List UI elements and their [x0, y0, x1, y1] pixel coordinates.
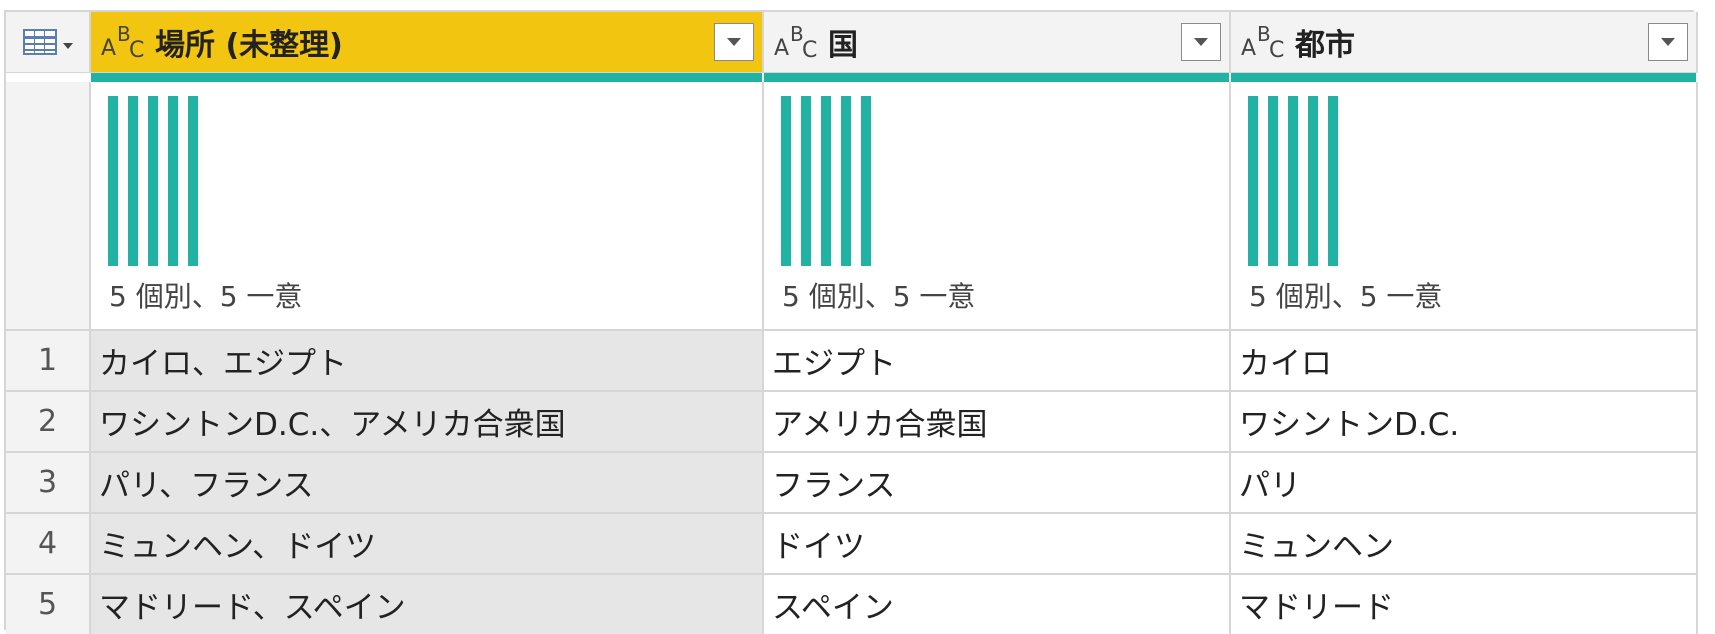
column-quality-bar[interactable]: [764, 73, 1229, 82]
distribution-bar[interactable]: [148, 96, 158, 266]
column-title: 国: [828, 28, 858, 63]
column-quality-bar[interactable]: [1231, 73, 1696, 82]
column-title: 場所 (未整理): [155, 28, 343, 63]
text-type-icon[interactable]: ABC: [1239, 22, 1289, 63]
table-cell[interactable]: カイロ: [1231, 331, 1698, 390]
column-distribution: 5 個別、5 一意: [764, 82, 1231, 329]
row-number[interactable]: 1: [6, 331, 91, 390]
table-row: 4 ミュンヘン、ドイツ ドイツ ミュンヘン: [6, 512, 1698, 573]
table-cell[interactable]: スペイン: [764, 575, 1231, 634]
distribution-bar[interactable]: [1308, 96, 1318, 266]
table-cell[interactable]: マドリード、スペイン: [91, 575, 764, 634]
text-type-icon[interactable]: ABC: [99, 22, 149, 63]
table-cell[interactable]: ワシントンD.C.、アメリカ合衆国: [91, 392, 764, 451]
distribution-bar[interactable]: [1248, 96, 1258, 266]
dropdown-arrow-icon: [1661, 38, 1675, 46]
distribution-bar[interactable]: [128, 96, 138, 266]
column-header-country[interactable]: ABC 国: [764, 12, 1231, 73]
column-filter-button[interactable]: [1181, 23, 1221, 61]
table-cell[interactable]: パリ: [1231, 453, 1698, 512]
distribution-bar[interactable]: [821, 96, 831, 266]
table-cell[interactable]: アメリカ合衆国: [764, 392, 1231, 451]
distribution-summary: 5 個別、5 一意: [109, 280, 303, 313]
table-row: 5 マドリード、スペイン スペイン マドリード: [6, 573, 1698, 634]
row-number[interactable]: 5: [6, 575, 91, 634]
table-cell[interactable]: フランス: [764, 453, 1231, 512]
column-header-city[interactable]: ABC 都市: [1231, 12, 1698, 73]
distribution-summary: 5 個別、5 一意: [782, 280, 976, 313]
distribution-bar[interactable]: [801, 96, 811, 266]
row-number[interactable]: 3: [6, 453, 91, 512]
dropdown-arrow-icon: [1194, 38, 1208, 46]
chevron-down-icon: [62, 43, 73, 49]
column-title: 都市: [1295, 28, 1355, 63]
column-distribution: 5 個別、5 一意: [1231, 82, 1698, 329]
distribution-bar[interactable]: [168, 96, 178, 266]
distribution-bar[interactable]: [1328, 96, 1338, 266]
column-filter-button[interactable]: [714, 23, 754, 61]
column-header-location-raw[interactable]: ABC 場所 (未整理): [91, 12, 764, 73]
table-cell[interactable]: ミュンヘン: [1231, 514, 1698, 573]
table-cell[interactable]: カイロ、エジプト: [91, 331, 764, 390]
table-cell[interactable]: ドイツ: [764, 514, 1231, 573]
table-cell[interactable]: パリ、フランス: [91, 453, 764, 512]
table-icon: [22, 29, 57, 55]
distribution-bar[interactable]: [108, 96, 118, 266]
column-quality-bar[interactable]: [91, 73, 762, 82]
distribution-summary: 5 個別、5 一意: [1249, 280, 1443, 313]
dropdown-arrow-icon: [727, 38, 741, 46]
column-distribution: 5 個別、5 一意: [91, 82, 764, 329]
distribution-bar[interactable]: [1268, 96, 1278, 266]
table-row: 1 カイロ、エジプト エジプト カイロ: [6, 329, 1698, 390]
table-cell[interactable]: ミュンヘン、ドイツ: [91, 514, 764, 573]
data-grid: ABC 場所 (未整理) ABC 国 ABC 都市 5 個別、5 一意 5 個別…: [4, 10, 1698, 634]
distribution-bar[interactable]: [781, 96, 791, 266]
distribution-bar[interactable]: [841, 96, 851, 266]
table-menu-button[interactable]: [6, 12, 91, 73]
row-number[interactable]: 2: [6, 392, 91, 451]
profile-row-header: [6, 82, 91, 329]
distribution-bar[interactable]: [188, 96, 198, 266]
distribution-bar[interactable]: [861, 96, 871, 266]
row-number[interactable]: 4: [6, 514, 91, 573]
distribution-bar[interactable]: [1288, 96, 1298, 266]
table-cell[interactable]: マドリード: [1231, 575, 1698, 634]
text-type-icon[interactable]: ABC: [772, 22, 822, 63]
table-row: 3 パリ、フランス フランス パリ: [6, 451, 1698, 512]
table-cell[interactable]: ワシントンD.C.: [1231, 392, 1698, 451]
column-filter-button[interactable]: [1648, 23, 1688, 61]
table-row: 2 ワシントンD.C.、アメリカ合衆国 アメリカ合衆国 ワシントンD.C.: [6, 390, 1698, 451]
table-cell[interactable]: エジプト: [764, 331, 1231, 390]
